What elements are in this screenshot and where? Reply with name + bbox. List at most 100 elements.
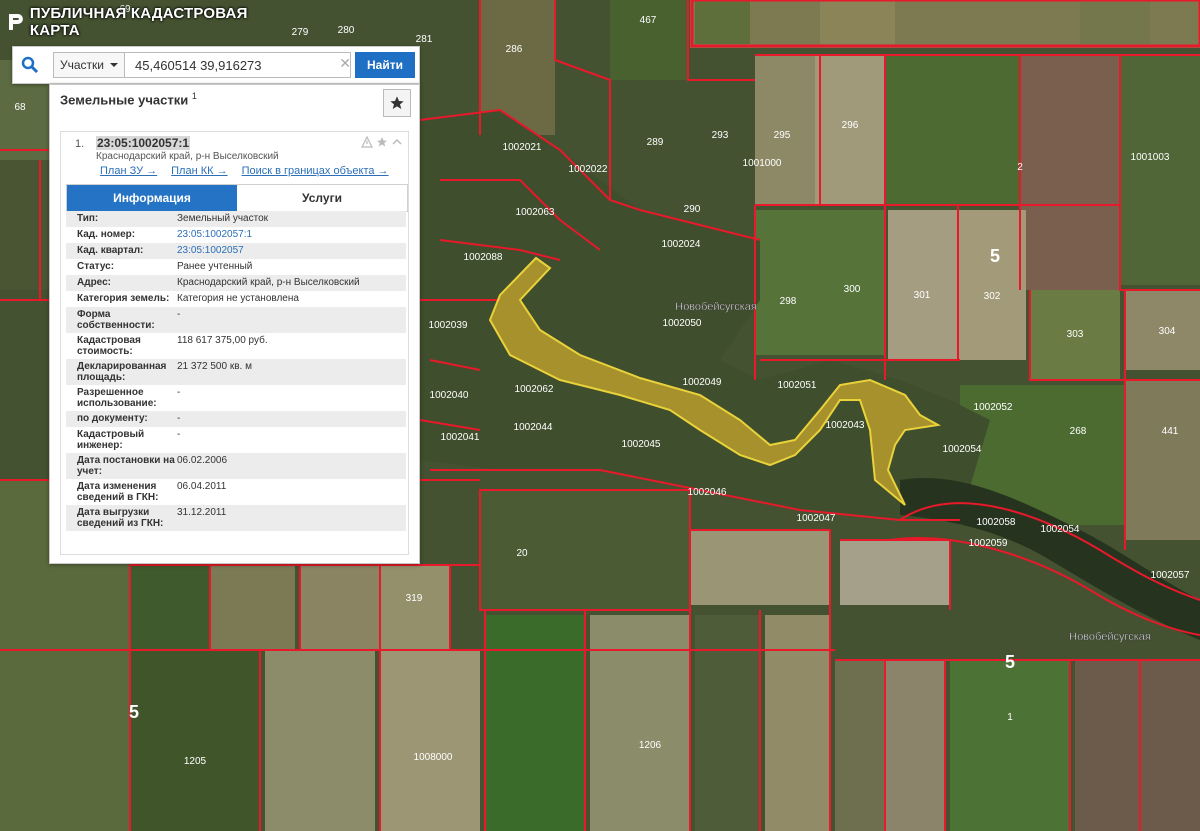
parcel-label: 20 [516,548,528,559]
info-row: Дата выгрузки сведений из ГКН: 31.12.2011 [66,505,406,531]
info-row-value: - [177,429,181,440]
parcel-label: 1002039 [429,320,468,331]
warning-icon[interactable] [361,136,373,148]
parcel-label: 302 [984,291,1001,302]
parcel-label: 289 [647,137,664,148]
link-search-in-bounds[interactable]: Поиск в границах объекта → [242,165,389,177]
info-row: Дата изменения сведений в ГКН: 06.04.2011 [66,479,406,505]
result-address: Краснодарский край, р-н Выселковский [96,151,279,162]
info-row: Кадастровый инженер: - [66,427,406,453]
district-number: 5 [990,246,1000,266]
search-icon[interactable] [13,48,47,82]
parcel-label: 1002047 [797,513,836,524]
info-row-value: 06.04.2011 [177,481,227,492]
info-row-value: 31.12.2011 [177,507,227,518]
parcel-label: 1002054 [1041,524,1080,535]
cad-number-title[interactable]: 23:05:1002057:1 [96,136,191,150]
parcel-label: 268 [1070,426,1087,437]
info-row-key: Декларированная площадь: [77,361,167,383]
parcel-label: 1008000 [414,752,453,763]
result-index: 1. [75,138,85,150]
parcel-label: 280 [338,25,355,36]
info-row-value[interactable]: 23:05:1002057 [177,243,406,259]
district-number: 5 [1005,652,1015,672]
info-row-value: 06.02.2006 [177,455,228,466]
star-icon [390,96,404,109]
tab-services[interactable]: Услуги [237,185,407,211]
parcel-label: 295 [774,130,791,141]
parcel-label: 1002041 [441,432,480,443]
parcel-label: 1002062 [515,384,554,395]
info-row: Тип: Земельный участок [66,211,406,227]
info-row-key: Дата постановки на учет: [77,455,175,477]
info-row: Адрес: Краснодарский край, р-н Выселковск… [66,275,406,291]
search-type-select[interactable]: Участки [53,52,125,78]
parcel-label: 1 [1007,712,1013,723]
parcel-label: 1002057 [1151,570,1190,581]
parcel-label: 319 [406,593,423,604]
favorite-button[interactable] [383,89,411,117]
app-header: ПУБЛИЧНАЯ КАДАСТРОВАЯ КАРТА [0,0,300,44]
search-input[interactable] [125,52,352,78]
parcel-label: 68 [14,102,26,113]
info-row: по документу: - [66,411,406,427]
info-row-value: Ранее учтенный [177,261,253,272]
village-label: Новобейсугская [1069,631,1151,643]
info-row-value: - [177,309,181,320]
card-links: План ЗУ → План КК → Поиск в границах объ… [100,165,389,177]
parcel-label: 296 [842,120,859,131]
parcel-label: 1002059 [969,538,1008,549]
link-plan-zu[interactable]: План ЗУ → [100,165,157,177]
info-row: Кад. квартал: 23:05:1002057 [66,243,406,259]
info-row: Дата постановки на учет: 06.02.2006 [66,453,406,479]
info-row-value: 118 617 375,00 руб. [177,335,268,346]
card-tabs: Информация Услуги [66,184,408,212]
info-row: Форма собственности: - [66,307,406,333]
info-row-key: Кад. номер: [77,229,136,240]
info-row: Статус: Ранее учтенный [66,259,406,275]
parcel-label: 1002046 [688,487,727,498]
card-icons [361,136,403,148]
parcel-label: 1002054 [943,444,982,455]
info-row-value[interactable]: 23:05:1002057:1 [177,227,406,243]
search-bar: Участки ✕ Найти [12,46,420,84]
info-table: Тип: Земельный участок Кад. номер: 23:05:10… [66,211,406,531]
parcel-label: 1002050 [663,318,702,329]
info-row-key: Кадастровый инженер: [77,429,145,451]
parcel-label: 1002022 [569,164,608,175]
panel-title: Земельные участки 1 [60,91,197,107]
info-row-value: - [177,413,181,424]
parcel-label: 1002044 [514,422,553,433]
results-count: 1 [191,91,197,101]
parcel-label: 301 [914,290,931,301]
info-row: Разрешенное использование: - [66,385,406,411]
search-button[interactable]: Найти [355,52,415,78]
info-row-key: Тип: [77,213,99,224]
link-plan-kk[interactable]: План КК → [171,165,227,177]
clear-icon[interactable]: ✕ [339,55,351,72]
parcel-label: 1002040 [430,390,469,401]
tab-information[interactable]: Информация [67,185,237,211]
info-row-key: Форма собственности: [77,309,155,331]
parcel-label: 300 [844,284,861,295]
result-card: 1. 23:05:1002057:1 Краснодарский край, р… [60,131,409,555]
info-row-key: Категория земель: [77,293,170,304]
village-label: Новобейсугская [675,301,757,313]
chevron-up-icon[interactable] [391,136,403,148]
info-row-value: Земельный участок [177,213,269,224]
parcel-label: 281 [416,34,433,45]
parcel-label: 298 [780,296,797,307]
chevron-down-icon [110,63,118,67]
info-row-key: Дата изменения сведений в ГКН: [77,481,159,503]
parcel-label: 1002045 [622,439,661,450]
parcel-label: 1002088 [464,252,503,263]
results-panel: Земельные участки 1 1. 23:05:1002057:1 К… [49,84,420,564]
parcel-label: 1001000 [743,158,782,169]
info-row-value: Категория не установлена [177,293,299,304]
info-row-key: Разрешенное использование: [77,387,157,409]
district-number: 5 [129,702,139,722]
parcel-label: 286 [506,44,523,55]
info-row-key: Дата выгрузки сведений из ГКН: [77,507,164,529]
parcel-label: 1002063 [516,207,555,218]
star-icon[interactable] [376,136,388,148]
